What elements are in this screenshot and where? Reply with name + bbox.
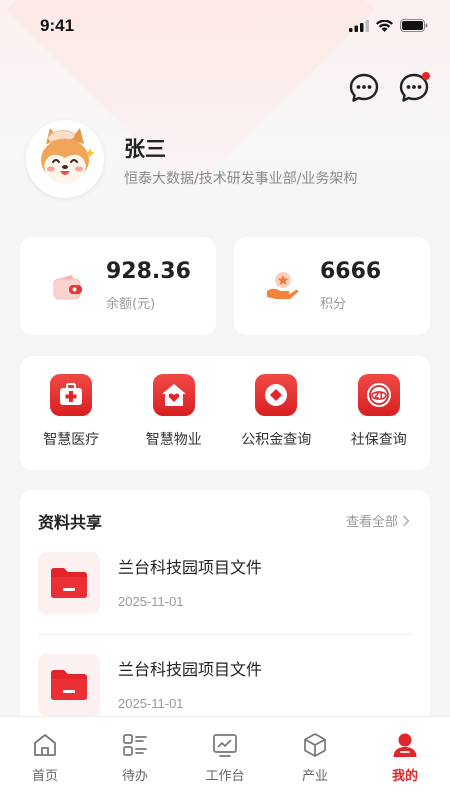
- points-value: 6666: [320, 259, 382, 284]
- shared-files-section: 资料共享 查看全部 兰台科技园项目文件 2025-11-01 兰台科技园项目文件: [20, 490, 430, 730]
- file-name: 兰台科技园项目文件: [118, 660, 263, 679]
- tab-label: 产业: [301, 769, 328, 784]
- service-housing-fund[interactable]: 公积金查询: [225, 356, 328, 470]
- file-thumbnail: [38, 654, 100, 716]
- avatar[interactable]: [26, 120, 104, 198]
- balance-label: 余额(元): [106, 297, 156, 312]
- unread-badge: [422, 72, 430, 80]
- folder-icon: [51, 670, 87, 700]
- message-icon: [349, 73, 379, 102]
- points-card[interactable]: 6666 积分: [234, 237, 430, 335]
- tab-todo[interactable]: 待办: [90, 717, 180, 800]
- divider: [38, 634, 412, 635]
- home-heart-icon: [152, 374, 195, 416]
- section-title: 资料共享: [38, 513, 103, 532]
- service-label: 智慧医疗: [43, 432, 100, 448]
- status-icons: [349, 19, 428, 32]
- chevron-right-icon: [403, 515, 410, 526]
- view-all-label: 查看全部: [345, 515, 398, 530]
- medical-kit-icon: [50, 374, 92, 416]
- points-label: 积分: [320, 297, 347, 312]
- todo-list-icon: [123, 734, 147, 756]
- service-label: 社保查询: [350, 432, 407, 448]
- bottom-tab-bar: 首页 待办 工作台 产业 我的: [0, 716, 450, 800]
- file-thumbnail: [38, 552, 100, 614]
- services-grid: 智慧医疗 智慧物业 公积金查询 社保查询: [20, 356, 430, 470]
- status-time: 9:41: [40, 16, 75, 35]
- tab-mine[interactable]: 我的: [360, 717, 450, 800]
- file-date: 2025-11-01: [118, 594, 184, 609]
- service-label: 公积金查询: [241, 432, 312, 448]
- service-social-security[interactable]: 社保查询: [328, 356, 431, 470]
- file-name: 兰台科技园项目文件: [118, 558, 263, 577]
- fund-diamond-icon: [255, 374, 297, 416]
- service-label: 智慧物业: [145, 432, 202, 448]
- chart-monitor-icon: [213, 734, 237, 757]
- service-smart-property[interactable]: 智慧物业: [123, 356, 226, 470]
- wifi-icon: [376, 19, 393, 32]
- tab-workbench[interactable]: 工作台: [180, 717, 270, 800]
- balance-card[interactable]: 928.36 余额(元): [20, 237, 216, 335]
- tab-label: 待办: [121, 769, 148, 784]
- message-button[interactable]: [348, 72, 380, 104]
- file-date: 2025-11-01: [118, 696, 184, 711]
- tab-home[interactable]: 首页: [0, 717, 90, 800]
- header-actions: [348, 72, 430, 104]
- file-item[interactable]: 兰台科技园项目文件 2025-11-01: [38, 552, 412, 632]
- view-all-link[interactable]: 查看全部: [346, 511, 410, 530]
- home-icon: [34, 734, 56, 756]
- battery-icon: [400, 19, 428, 32]
- notification-message-button[interactable]: [398, 72, 430, 104]
- signal-icon: [349, 19, 369, 32]
- points-hand-icon: [267, 272, 299, 299]
- status-bar: 9:41: [0, 0, 450, 54]
- user-icon: [393, 733, 417, 757]
- tab-label: 工作台: [205, 769, 245, 784]
- folder-icon: [51, 568, 87, 598]
- wallet-icon: [53, 275, 82, 300]
- tab-label: 我的: [391, 769, 418, 784]
- cube-icon: [304, 733, 326, 757]
- user-profile[interactable]: 张三 恒泰大数据/技术研发事业部/业务架构: [26, 120, 426, 200]
- service-smart-medical[interactable]: 智慧医疗: [20, 356, 123, 470]
- user-department: 恒泰大数据/技术研发事业部/业务架构: [124, 171, 358, 187]
- balance-value: 928.36: [106, 259, 191, 284]
- tab-industry[interactable]: 产业: [270, 717, 360, 800]
- shiba-dog-avatar-icon: [28, 122, 102, 196]
- social-security-icon: [357, 374, 400, 416]
- user-name: 张三: [124, 137, 166, 161]
- tab-label: 首页: [31, 769, 58, 784]
